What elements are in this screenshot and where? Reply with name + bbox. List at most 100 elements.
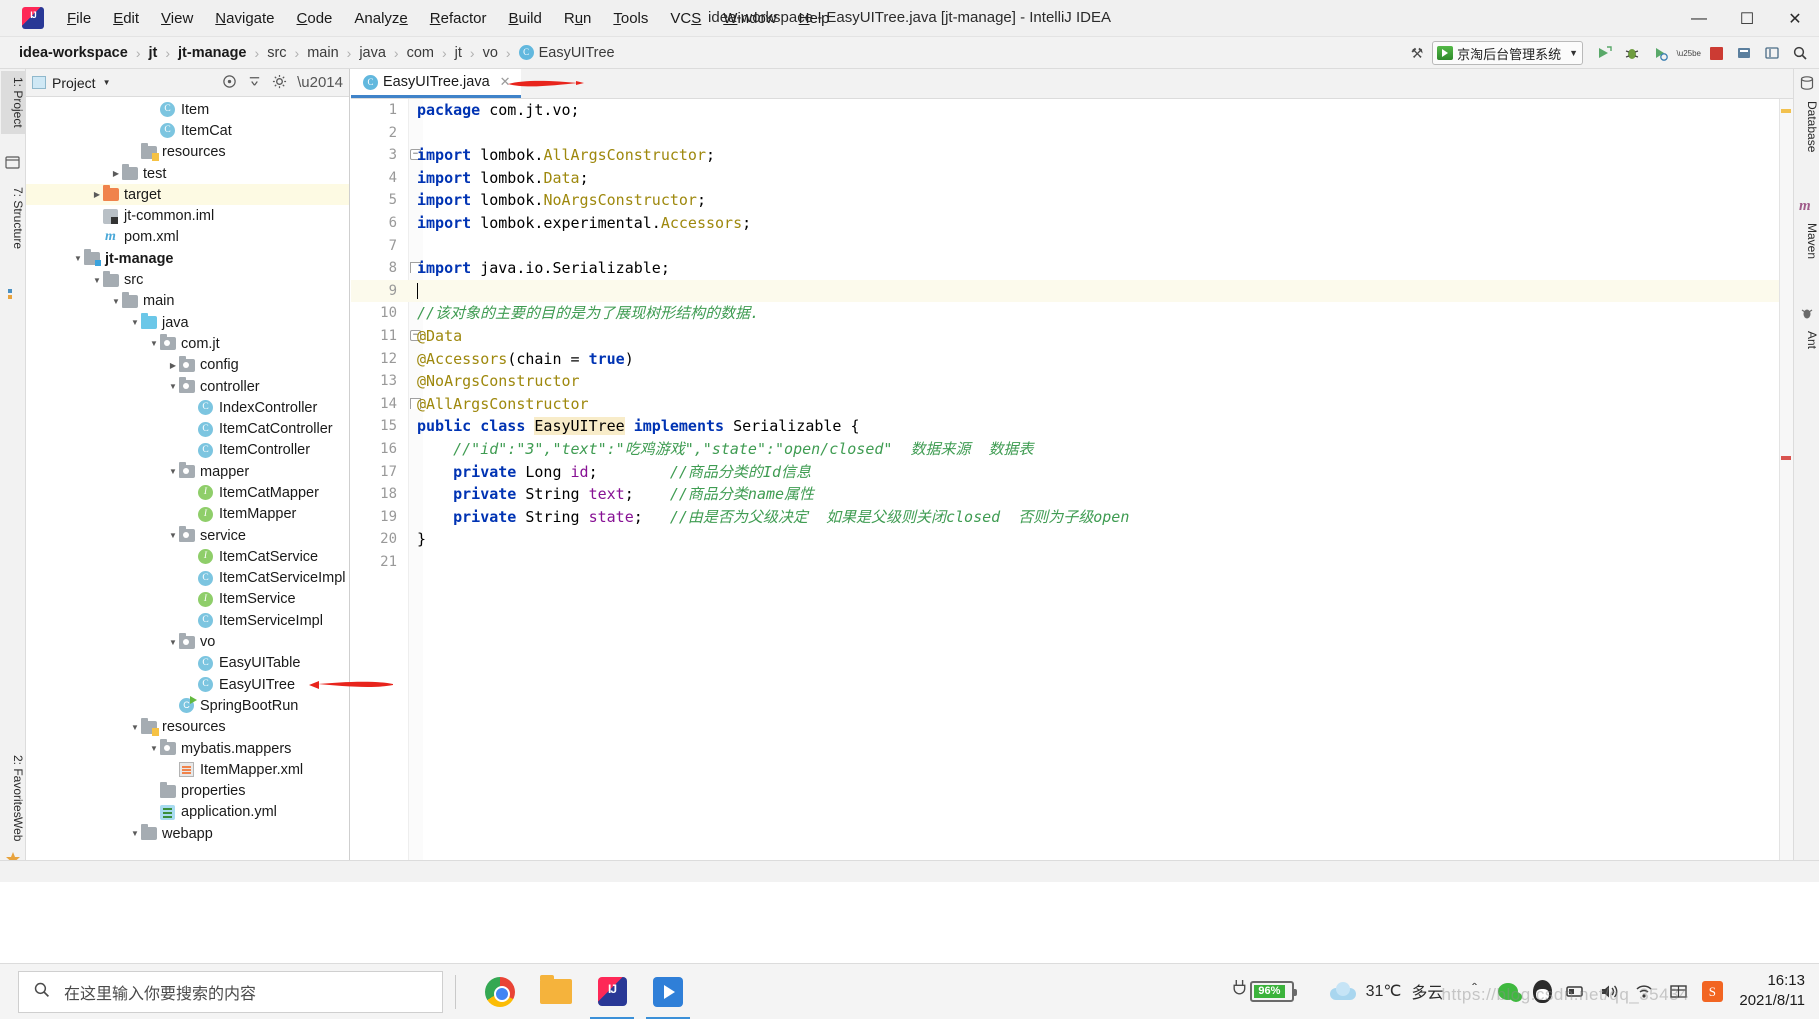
code-line-4[interactable]: 4 import lombok.Data;	[351, 167, 1793, 190]
hide-panel-icon[interactable]: \u2014	[297, 74, 343, 91]
tree-twisty-icon[interactable]: ▶	[167, 361, 179, 370]
project-file-tree[interactable]: C Item C ItemCat resources ▶ test ▶ target jt-com…	[26, 97, 349, 860]
tree-node-webapp[interactable]: ▼ webapp	[26, 823, 349, 844]
breadcrumb-item-java[interactable]: java	[356, 44, 389, 62]
tree-node-itemcat[interactable]: C ItemCat	[26, 120, 349, 141]
scroll-from-source-icon[interactable]	[222, 74, 237, 92]
menu-tools[interactable]: Tools	[602, 7, 659, 30]
structure-panel-icon[interactable]	[5, 155, 21, 171]
maximize-button[interactable]: ☐	[1723, 0, 1771, 37]
tree-node-test[interactable]: ▶ test	[26, 163, 349, 184]
tree-node-itemcatcontroller[interactable]: C ItemCatController	[26, 418, 349, 439]
breadcrumb-item-jt2[interactable]: jt	[452, 44, 465, 62]
tool-window-web[interactable]: Web	[1, 811, 25, 847]
tree-node-pom-xml[interactable]: m pom.xml	[26, 227, 349, 248]
code-line-17[interactable]: 17 private Long id; //商品分类的Id信息	[351, 461, 1793, 484]
maven-panel-icon[interactable]: m	[1799, 197, 1815, 214]
tray-expand-chevron-icon[interactable]: ＾	[1459, 976, 1489, 1006]
code-line-12[interactable]: 12 @Accessors(chain = true)	[351, 348, 1793, 371]
tree-node-itemcatserviceimpl[interactable]: C ItemCatServiceImpl	[26, 568, 349, 589]
tree-node-mapper[interactable]: ▼ mapper	[26, 461, 349, 482]
build-wrench-icon[interactable]: ⚒	[1404, 40, 1430, 66]
tool-window-database[interactable]: Database	[1795, 95, 1819, 158]
tree-node-easyuitable[interactable]: C EasyUITable	[26, 653, 349, 674]
tree-node-application-yml[interactable]: application.yml	[26, 802, 349, 823]
menu-window[interactable]: Window	[712, 7, 787, 30]
tree-twisty-icon[interactable]: ▶	[91, 190, 103, 199]
taskbar-app-chrome[interactable]	[472, 964, 528, 1019]
chevron-down-icon[interactable]: ▼	[103, 78, 111, 87]
tree-twisty-icon[interactable]: ▶	[110, 169, 122, 178]
weather-widget[interactable]: 31℃ 多云	[1329, 979, 1443, 1003]
breadcrumb-item-easyuitree[interactable]: C EasyUITree	[516, 44, 618, 62]
tree-node-vo[interactable]: ▼ vo	[26, 631, 349, 652]
marker-error[interactable]	[1781, 456, 1791, 460]
tree-node-itemcatmapper[interactable]: I ItemCatMapper	[26, 482, 349, 503]
tab-easyuitree-java[interactable]: C EasyUITree.java ✕	[351, 69, 521, 98]
tree-node-itemserviceimpl[interactable]: C ItemServiceImpl	[26, 610, 349, 631]
tree-twisty-icon[interactable]: ▼	[72, 254, 84, 263]
wechat-tray-icon[interactable]	[1493, 976, 1523, 1006]
tree-node-itemmapper[interactable]: I ItemMapper	[26, 504, 349, 525]
code-line-9[interactable]: 9	[351, 279, 1793, 303]
editor-body[interactable]: 1 package com.jt.vo; 2 3− import lombok.AllA…	[351, 99, 1793, 860]
code-line-11[interactable]: 11− @Data	[351, 325, 1793, 348]
code-line-1[interactable]: 1 package com.jt.vo;	[351, 99, 1793, 122]
tree-node-indexcontroller[interactable]: C IndexController	[26, 397, 349, 418]
tree-twisty-icon[interactable]: ▼	[110, 297, 122, 306]
tool-window-structure[interactable]: 7: Structure	[1, 181, 25, 255]
tree-node-resources[interactable]: resources	[26, 142, 349, 163]
menu-navigate[interactable]: Navigate	[204, 7, 285, 30]
close-icon[interactable]: ✕	[500, 74, 511, 90]
tree-twisty-icon[interactable]: ▼	[129, 829, 141, 838]
ant-panel-icon[interactable]	[1799, 305, 1815, 321]
layout-button[interactable]	[1759, 40, 1785, 66]
menu-help[interactable]: Help	[788, 7, 841, 30]
collapse-all-icon[interactable]	[247, 74, 262, 92]
tool-window-ant[interactable]: Ant	[1795, 325, 1819, 355]
code-line-2[interactable]: 2	[351, 122, 1793, 145]
tree-node-java[interactable]: ▼ java	[26, 312, 349, 333]
taskbar-app-intellij-idea[interactable]	[584, 964, 640, 1019]
tool-window-project[interactable]: 1: Project	[1, 71, 25, 134]
menu-vcs[interactable]: VCS	[659, 7, 712, 30]
tree-node-easyuitree[interactable]: C EasyUITree	[26, 674, 349, 695]
sogou-input-tray-icon[interactable]: S	[1697, 976, 1727, 1006]
tree-node-src[interactable]: ▼ src	[26, 269, 349, 290]
tree-node-itemcontroller[interactable]: C ItemController	[26, 440, 349, 461]
tree-node-jt-common-iml[interactable]: jt-common.iml	[26, 205, 349, 226]
code-line-5[interactable]: 5 import lombok.NoArgsConstructor;	[351, 189, 1793, 212]
breadcrumb-item-jt-manage[interactable]: jt-manage	[175, 44, 250, 62]
tree-node-resources[interactable]: ▼ resources	[26, 717, 349, 738]
menu-file[interactable]: File	[56, 7, 102, 30]
menu-analyze[interactable]: Analyze	[343, 7, 418, 30]
volume-tray-icon[interactable]	[1595, 976, 1625, 1006]
battery-indicator[interactable]: 96%	[1232, 979, 1297, 1003]
code-content[interactable]: 1 package com.jt.vo; 2 3− import lombok.AllA…	[351, 99, 1793, 860]
code-line-3[interactable]: 3− import lombok.AllArgsConstructor;	[351, 144, 1793, 167]
tree-twisty-icon[interactable]: ▼	[129, 318, 141, 327]
marker-warning[interactable]	[1781, 109, 1791, 113]
menu-edit[interactable]: Edit	[102, 7, 150, 30]
tree-twisty-icon[interactable]: ▼	[148, 339, 160, 348]
tree-node-controller[interactable]: ▼ controller	[26, 376, 349, 397]
tree-twisty-icon[interactable]: ▼	[129, 723, 141, 732]
breadcrumb-item-com[interactable]: com	[404, 44, 437, 62]
code-line-21[interactable]: 21	[351, 551, 1793, 574]
breadcrumb-item-src[interactable]: src	[264, 44, 289, 62]
tree-twisty-icon[interactable]: ▼	[167, 467, 179, 476]
run-button[interactable]	[1591, 40, 1617, 66]
tree-node-item[interactable]: C Item	[26, 99, 349, 120]
menu-refactor[interactable]: Refactor	[419, 7, 498, 30]
code-line-19[interactable]: 19 private String state; //由是否为父级决定 如果是父…	[351, 506, 1793, 529]
breadcrumb-item-jt[interactable]: jt	[145, 44, 160, 62]
breadcrumb-item-idea-workspace[interactable]: idea-workspace	[16, 44, 131, 62]
taskbar-app-media-player[interactable]	[640, 964, 696, 1019]
tool-window-maven[interactable]: Maven	[1795, 217, 1819, 265]
tree-node-service[interactable]: ▼ service	[26, 525, 349, 546]
tree-node-mybatis-mappers[interactable]: ▼ mybatis.mappers	[26, 738, 349, 759]
gear-icon[interactable]	[272, 74, 287, 92]
stop-button[interactable]	[1703, 40, 1729, 66]
tree-node-itemmapper-xml[interactable]: ItemMapper.xml	[26, 759, 349, 780]
taskbar-search-input[interactable]: 在这里输入你要搜索的内容	[18, 970, 443, 1013]
